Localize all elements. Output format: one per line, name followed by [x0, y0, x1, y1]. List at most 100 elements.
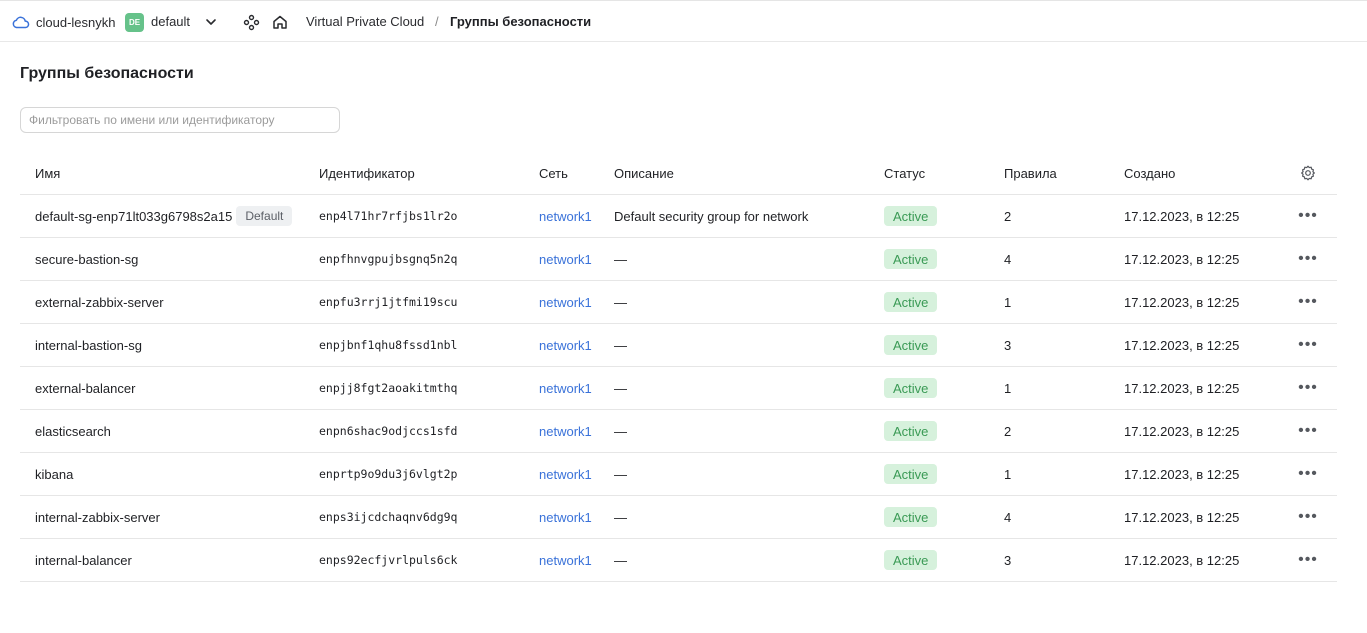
row-actions-button[interactable]: •••: [1298, 367, 1318, 409]
network-cell: network1: [539, 496, 592, 538]
cloud-icon: [12, 16, 30, 29]
name-cell: internal-balancer: [35, 539, 132, 581]
name-cell: default-sg-enp71lt033g6798s2a15 Default: [35, 195, 293, 237]
status-cell: Active: [884, 453, 938, 495]
created-date: 17.12.2023, в 12:25: [1124, 251, 1240, 267]
status-badge: Active: [884, 292, 938, 312]
network-link[interactable]: network1: [539, 424, 592, 439]
network-link[interactable]: network1: [539, 467, 592, 482]
table-body: default-sg-enp71lt033g6798s2a15 Default …: [20, 195, 1337, 582]
network-link[interactable]: network1: [539, 553, 592, 568]
status-badge: Active: [884, 378, 938, 398]
description-cell: —: [614, 423, 627, 439]
created-date: 17.12.2023, в 12:25: [1124, 509, 1240, 525]
breadcrumb-current: Группы безопасности: [450, 14, 592, 29]
row-actions-button[interactable]: •••: [1298, 410, 1318, 452]
chevron-down-icon[interactable]: [204, 15, 218, 29]
status-badge: Active: [884, 421, 938, 441]
security-group-id: enps3ijcdchaqnv6dg9q: [319, 510, 458, 524]
description-cell: —: [614, 552, 627, 568]
cloud-selector[interactable]: cloud-lesnykh: [12, 13, 116, 31]
security-group-name[interactable]: internal-bastion-sg: [35, 338, 142, 353]
security-group-name[interactable]: external-balancer: [35, 381, 135, 396]
table-row[interactable]: kibana enprtp9o9du3j6vlgt2p network1 — A…: [20, 453, 1337, 496]
status-cell: Active: [884, 281, 938, 323]
status-cell: Active: [884, 367, 938, 409]
services-icon[interactable]: [243, 14, 260, 31]
security-group-id: enpjbnf1qhu8fssd1nbl: [319, 338, 458, 352]
table-row[interactable]: internal-zabbix-server enps3ijcdchaqnv6d…: [20, 496, 1337, 539]
filter-input[interactable]: [20, 107, 340, 133]
row-actions-button[interactable]: •••: [1298, 195, 1318, 237]
created-date: 17.12.2023, в 12:25: [1124, 294, 1240, 310]
rules-count: 1: [1004, 380, 1012, 396]
folder-name[interactable]: default: [151, 14, 190, 29]
status-cell: Active: [884, 195, 938, 237]
description-cell: —: [614, 294, 627, 310]
table-row[interactable]: elasticsearch enpn6shac9odjccs1sfd netwo…: [20, 410, 1337, 453]
rules-count: 2: [1004, 208, 1012, 224]
row-actions-button[interactable]: •••: [1298, 453, 1318, 495]
page-title: Группы безопасности: [20, 65, 194, 82]
status-badge: Active: [884, 206, 938, 226]
default-badge: Default: [236, 206, 293, 226]
column-header-status[interactable]: Статус: [884, 152, 925, 194]
more-horizontal-icon: •••: [1298, 508, 1318, 525]
more-horizontal-icon: •••: [1298, 465, 1318, 482]
network-link[interactable]: network1: [539, 338, 592, 353]
column-header-rules[interactable]: Правила: [1004, 152, 1057, 194]
row-actions-button[interactable]: •••: [1298, 281, 1318, 323]
table-row[interactable]: external-zabbix-server enpfu3rrj1jtfmi19…: [20, 281, 1337, 324]
status-cell: Active: [884, 238, 938, 280]
security-group-name[interactable]: default-sg-enp71lt033g6798s2a15: [35, 209, 232, 224]
table-row[interactable]: default-sg-enp71lt033g6798s2a15 Default …: [20, 195, 1337, 238]
created-date: 17.12.2023, в 12:25: [1124, 337, 1240, 353]
status-cell: Active: [884, 324, 938, 366]
network-link[interactable]: network1: [539, 510, 592, 525]
security-group-id: enpfhnvgpujbsgnq5n2q: [319, 252, 458, 266]
breadcrumb-service[interactable]: Virtual Private Cloud: [306, 14, 424, 29]
network-cell: network1: [539, 281, 592, 323]
row-actions-button[interactable]: •••: [1298, 238, 1318, 280]
name-cell: secure-bastion-sg: [35, 238, 138, 280]
network-link[interactable]: network1: [539, 295, 592, 310]
status-badge: Active: [884, 507, 938, 527]
status-cell: Active: [884, 410, 938, 452]
network-link[interactable]: network1: [539, 209, 592, 224]
description-cell: Default security group for network: [614, 208, 809, 224]
column-header-created[interactable]: Создано: [1124, 152, 1175, 194]
security-group-name[interactable]: kibana: [35, 467, 73, 482]
table-settings-button[interactable]: [1298, 152, 1318, 194]
top-bar: cloud-lesnykh DE default Virtual Private…: [0, 0, 1367, 42]
column-header-id[interactable]: Идентификатор: [319, 152, 415, 194]
column-header-description[interactable]: Описание: [614, 152, 674, 194]
breadcrumb-separator: /: [435, 14, 439, 29]
table-row[interactable]: external-balancer enpjj8fgt2aoakitmthq n…: [20, 367, 1337, 410]
network-link[interactable]: network1: [539, 381, 592, 396]
security-group-name[interactable]: internal-zabbix-server: [35, 510, 160, 525]
security-group-name[interactable]: secure-bastion-sg: [35, 252, 138, 267]
security-group-name[interactable]: external-zabbix-server: [35, 295, 164, 310]
table-row[interactable]: internal-bastion-sg enpjbnf1qhu8fssd1nbl…: [20, 324, 1337, 367]
rules-count: 4: [1004, 251, 1012, 267]
home-icon[interactable]: [272, 14, 288, 30]
network-cell: network1: [539, 539, 592, 581]
created-date: 17.12.2023, в 12:25: [1124, 380, 1240, 396]
column-header-name[interactable]: Имя: [35, 152, 60, 194]
table-row[interactable]: secure-bastion-sg enpfhnvgpujbsgnq5n2q n…: [20, 238, 1337, 281]
status-badge: Active: [884, 550, 938, 570]
rules-count: 1: [1004, 294, 1012, 310]
security-group-name[interactable]: elasticsearch: [35, 424, 111, 439]
description-cell: —: [614, 337, 627, 353]
rules-count: 1: [1004, 466, 1012, 482]
created-date: 17.12.2023, в 12:25: [1124, 208, 1240, 224]
column-header-network[interactable]: Сеть: [539, 152, 568, 194]
network-cell: network1: [539, 453, 592, 495]
security-group-name[interactable]: internal-balancer: [35, 553, 132, 568]
row-actions-button[interactable]: •••: [1298, 496, 1318, 538]
network-link[interactable]: network1: [539, 252, 592, 267]
table-row[interactable]: internal-balancer enps92ecfjvrlpuls6ck n…: [20, 539, 1337, 582]
row-actions-button[interactable]: •••: [1298, 324, 1318, 366]
row-actions-button[interactable]: •••: [1298, 539, 1318, 581]
status-cell: Active: [884, 539, 938, 581]
